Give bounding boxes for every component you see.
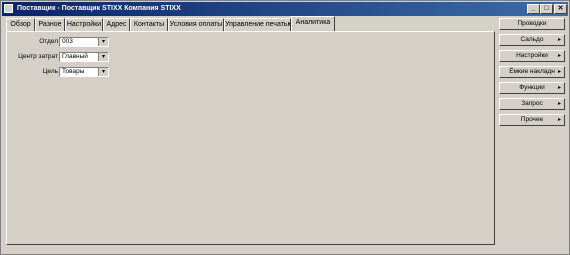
window-title: Поставщик - Поставщик STIXX Компания STI…: [17, 5, 181, 12]
balance-button[interactable]: Сальдо ▸: [499, 34, 565, 46]
field-label-department: Отдел: [39, 38, 58, 45]
cost-center-value: Главный: [62, 53, 88, 60]
invoices-button-label: Ёмкие накладн: [509, 68, 555, 75]
chevron-down-icon[interactable]: ▾: [98, 68, 108, 76]
arrow-right-icon: ▸: [557, 85, 561, 91]
tab-overview[interactable]: Обзор: [6, 18, 35, 31]
invoices-button[interactable]: Ёмкие накладн ▸: [499, 66, 565, 78]
minimize-button[interactable]: _: [527, 4, 540, 14]
balance-button-label: Сальдо: [520, 36, 544, 43]
tab-misc[interactable]: Разное: [35, 18, 65, 31]
cost-center-combo[interactable]: Главный ▾: [59, 52, 109, 62]
title-bar: Поставщик - Поставщик STIXX Компания STI…: [2, 2, 568, 16]
chevron-down-icon[interactable]: ▾: [98, 53, 108, 61]
department-value: 003: [62, 38, 73, 45]
functions-button[interactable]: Функции ▸: [499, 82, 565, 94]
field-label-purpose: Цель: [42, 68, 58, 75]
query-button-label: Запрос: [521, 100, 543, 107]
settings-button-label: Настройки: [516, 52, 548, 59]
postings-button-label: Проводки: [517, 20, 547, 27]
chevron-down-icon[interactable]: ▾: [98, 38, 108, 46]
arrow-right-icon: ▸: [557, 69, 561, 75]
purpose-value: Товары: [62, 68, 85, 75]
functions-button-label: Функции: [519, 84, 545, 91]
app-icon: [4, 4, 13, 13]
tab-settings[interactable]: Настройки: [65, 18, 103, 31]
postings-button[interactable]: Проводки: [499, 18, 565, 30]
arrow-right-icon: ▸: [557, 37, 561, 43]
arrow-right-icon: ▸: [557, 101, 561, 107]
tab-panel-analytics: Отдел 003 ▾ Центр затрат Главный ▾ Цель …: [6, 31, 495, 245]
arrow-right-icon: ▸: [557, 117, 561, 123]
tab-print-management[interactable]: Управление печатью: [224, 18, 293, 31]
purpose-combo[interactable]: Товары ▾: [59, 67, 109, 77]
tab-address[interactable]: Адрес: [103, 18, 130, 31]
settings-button[interactable]: Настройки ▸: [499, 50, 565, 62]
tab-contacts[interactable]: Контакты: [130, 18, 168, 31]
arrow-right-icon: ▸: [557, 53, 561, 59]
field-label-cost-center: Центр затрат: [18, 53, 58, 60]
other-button[interactable]: Прочее ▸: [499, 114, 565, 126]
department-combo[interactable]: 003 ▾: [59, 37, 109, 47]
application-window: Поставщик - Поставщик STIXX Компания STI…: [0, 0, 570, 255]
tab-analytics[interactable]: Аналитика: [291, 16, 335, 31]
maximize-button[interactable]: □: [540, 4, 553, 14]
query-button[interactable]: Запрос ▸: [499, 98, 565, 110]
close-button[interactable]: ✕: [554, 4, 567, 14]
tab-payment-terms[interactable]: Условия оплаты: [168, 18, 224, 31]
other-button-label: Прочее: [520, 116, 544, 123]
